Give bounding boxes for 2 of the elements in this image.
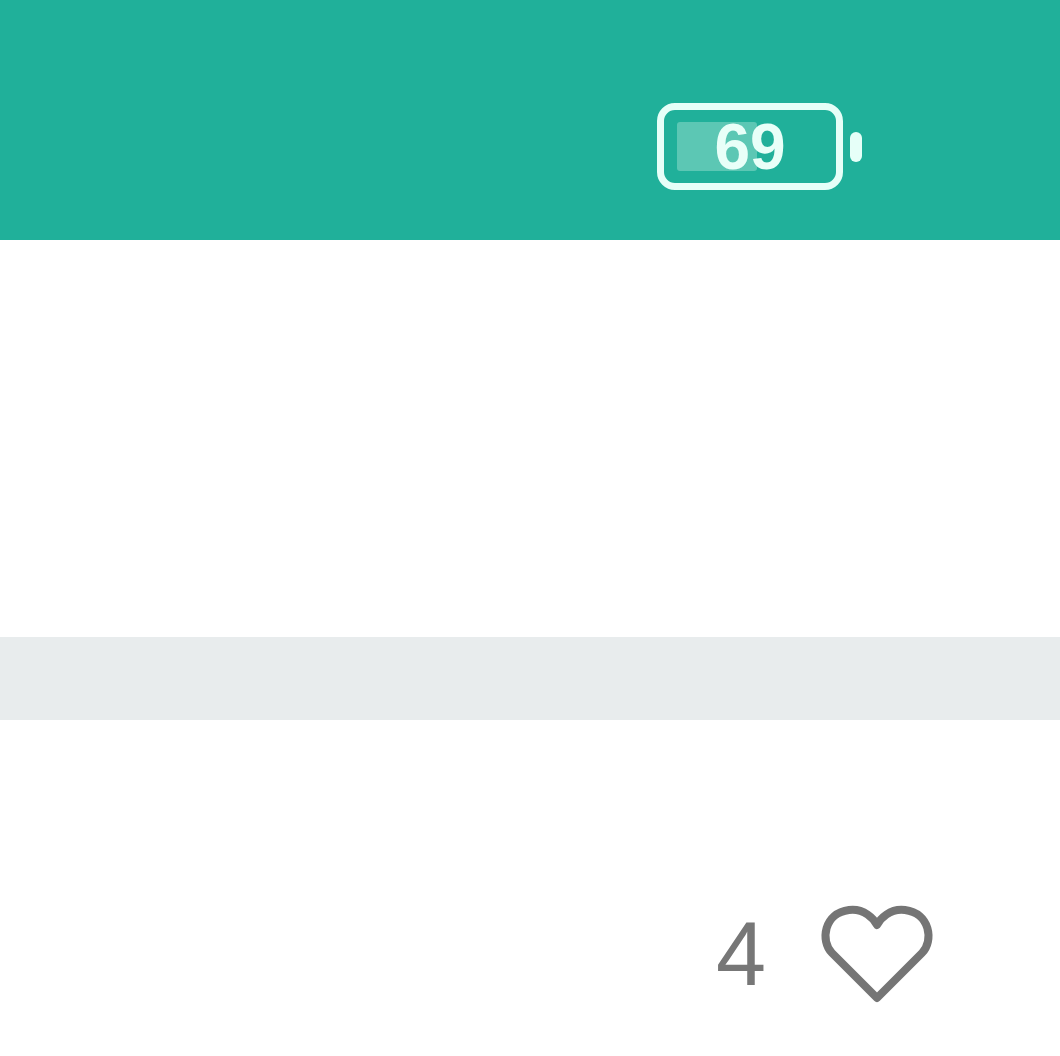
battery-indicator: 69 <box>657 103 862 190</box>
like-button[interactable]: 4 <box>715 905 932 1003</box>
